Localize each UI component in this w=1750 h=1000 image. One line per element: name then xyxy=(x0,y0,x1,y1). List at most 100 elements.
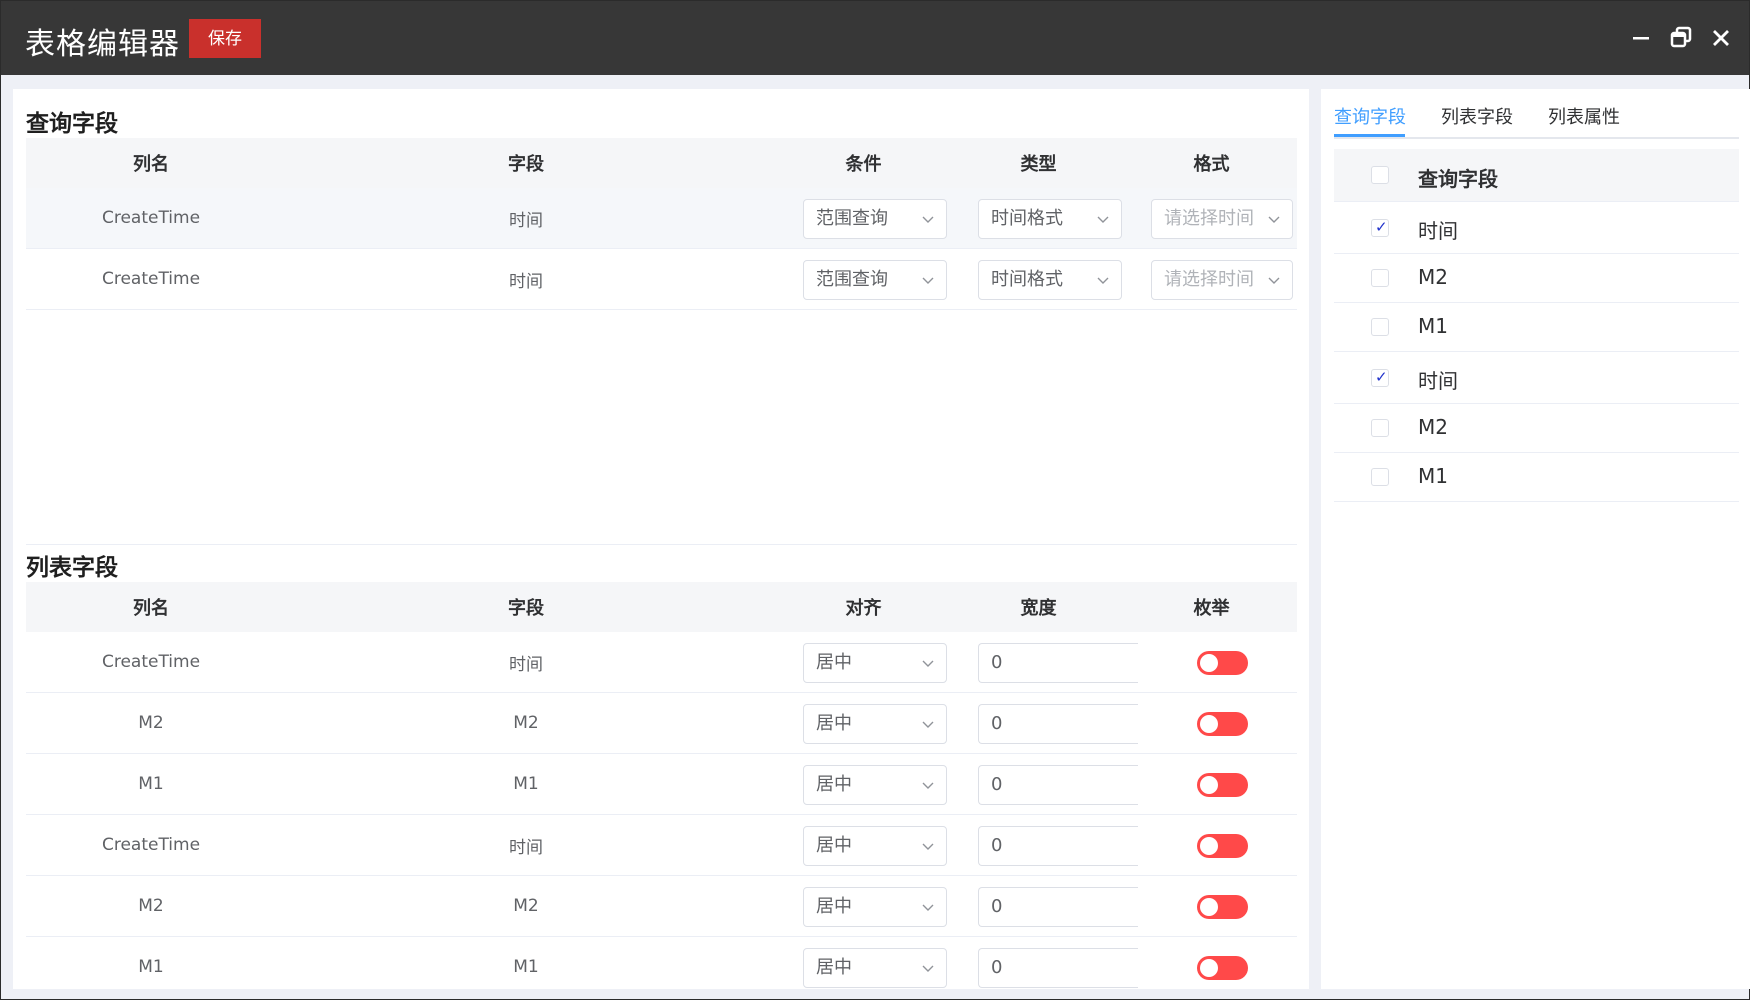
list-item[interactable]: M2 xyxy=(1334,254,1739,303)
tab-list-properties[interactable]: 列表属性 xyxy=(1548,103,1620,129)
table-row: M1 M1 居中 0 xyxy=(26,937,1297,989)
list-item[interactable]: ✓ 时间 xyxy=(1334,202,1739,254)
field-checkbox[interactable] xyxy=(1371,318,1389,336)
list-section-title: 列表字段 xyxy=(26,555,118,581)
chevron-down-icon xyxy=(922,721,934,728)
table-row: M2 M2 居中 0 xyxy=(26,693,1297,754)
align-select-value: 居中 xyxy=(816,652,852,673)
format-select[interactable]: 请选择时间 xyxy=(1151,260,1293,300)
chevron-down-icon xyxy=(922,843,934,850)
field-label: M1 xyxy=(1418,314,1448,338)
list-item[interactable]: ✓ 时间 xyxy=(1334,352,1739,404)
width-input[interactable]: 0 xyxy=(978,826,1138,866)
check-icon: ✓ xyxy=(1375,218,1388,236)
cell-field: 时间 xyxy=(509,837,543,858)
chevron-down-icon xyxy=(1268,277,1280,284)
format-select-placeholder: 请选择时间 xyxy=(1164,269,1254,290)
field-checkbox[interactable] xyxy=(1371,269,1389,287)
list-item[interactable]: M1 xyxy=(1334,303,1739,352)
align-select[interactable]: 居中 xyxy=(803,887,947,927)
align-select[interactable]: 居中 xyxy=(803,704,947,744)
field-checkbox[interactable] xyxy=(1371,468,1389,486)
type-select-value: 时间格式 xyxy=(991,208,1063,229)
list-item[interactable]: M1 xyxy=(1334,453,1739,502)
align-select-value: 居中 xyxy=(816,713,852,734)
chevron-down-icon xyxy=(922,965,934,972)
switch-knob xyxy=(1200,959,1218,977)
table-row: CreateTime 时间 范围查询 时间格式 请选择时间 xyxy=(26,249,1297,310)
field-checkbox[interactable] xyxy=(1371,419,1389,437)
enum-switch[interactable] xyxy=(1197,834,1248,858)
switch-knob xyxy=(1200,898,1218,916)
condition-select-value: 范围查询 xyxy=(816,208,888,229)
field-list-header: 查询字段 xyxy=(1334,149,1739,202)
enum-switch[interactable] xyxy=(1197,712,1248,736)
minimize-icon[interactable] xyxy=(1626,23,1656,53)
switch-knob xyxy=(1200,715,1218,733)
list-table-header: 列名 字段 对齐 宽度 枚举 xyxy=(26,582,1297,632)
table-row: M1 M1 居中 0 xyxy=(26,754,1297,815)
app-title: 表格编辑器 xyxy=(25,27,180,62)
header-condition: 条件 xyxy=(845,154,882,175)
width-input[interactable]: 0 xyxy=(978,765,1138,805)
cell-field: M1 xyxy=(513,774,539,794)
header-field: 字段 xyxy=(508,154,544,175)
condition-select[interactable]: 范围查询 xyxy=(803,260,947,300)
chevron-down-icon xyxy=(1097,216,1109,223)
cell-field: 时间 xyxy=(509,210,543,231)
editor-main-panel: 查询字段 列名 字段 条件 类型 格式 CreateTime 时间 范围查询 时… xyxy=(13,89,1309,989)
header-enum: 枚举 xyxy=(1193,598,1230,619)
enum-switch[interactable] xyxy=(1197,651,1248,675)
width-input[interactable]: 0 xyxy=(978,704,1138,744)
cell-field: 时间 xyxy=(509,654,543,675)
table-row: M2 M2 居中 0 xyxy=(26,876,1297,937)
condition-select-value: 范围查询 xyxy=(816,269,888,290)
align-select-value: 居中 xyxy=(816,896,852,917)
align-select-value: 居中 xyxy=(816,774,852,795)
tab-list-fields[interactable]: 列表字段 xyxy=(1441,103,1513,129)
chevron-down-icon xyxy=(922,277,934,284)
cell-column-name: CreateTime xyxy=(101,269,201,289)
format-select[interactable]: 请选择时间 xyxy=(1151,199,1293,239)
align-select[interactable]: 居中 xyxy=(803,948,947,988)
format-select-placeholder: 请选择时间 xyxy=(1164,208,1254,229)
field-picker-panel: 查询字段 列表字段 列表属性 查询字段 ✓ 时间 M2 M1 ✓ 时间 M2 M… xyxy=(1321,89,1750,989)
query-section-title: 查询字段 xyxy=(26,111,118,137)
align-select[interactable]: 居中 xyxy=(803,826,947,866)
enum-switch[interactable] xyxy=(1197,956,1248,980)
type-select[interactable]: 时间格式 xyxy=(978,260,1122,300)
tab-query-fields[interactable]: 查询字段 xyxy=(1334,103,1406,129)
cell-column-name: M1 xyxy=(138,957,164,977)
field-label: M2 xyxy=(1418,265,1448,289)
restore-icon[interactable] xyxy=(1666,23,1696,53)
align-select[interactable]: 居中 xyxy=(803,765,947,805)
switch-knob xyxy=(1200,837,1218,855)
cell-field: M1 xyxy=(513,957,539,977)
chevron-down-icon xyxy=(1268,216,1280,223)
save-button[interactable]: 保存 xyxy=(189,19,261,58)
type-select[interactable]: 时间格式 xyxy=(978,199,1122,239)
enum-switch[interactable] xyxy=(1197,773,1248,797)
cell-column-name: CreateTime xyxy=(101,652,201,672)
cell-column-name: M1 xyxy=(138,774,164,794)
list-item[interactable]: M2 xyxy=(1334,404,1739,453)
cell-column-name: CreateTime xyxy=(101,835,201,855)
chevron-down-icon xyxy=(922,904,934,911)
enum-switch[interactable] xyxy=(1197,895,1248,919)
align-select[interactable]: 居中 xyxy=(803,643,947,683)
field-label: 时间 xyxy=(1418,219,1458,243)
select-all-checkbox[interactable] xyxy=(1371,166,1389,184)
field-checkbox[interactable]: ✓ xyxy=(1371,368,1389,387)
condition-select[interactable]: 范围查询 xyxy=(803,199,947,239)
width-input[interactable]: 0 xyxy=(978,643,1138,683)
field-tabs: 查询字段 列表字段 列表属性 xyxy=(1334,89,1739,139)
width-input[interactable]: 0 xyxy=(978,887,1138,927)
close-icon[interactable] xyxy=(1706,23,1736,53)
title-bar: 表格编辑器 保存 xyxy=(1,1,1749,75)
field-checkbox[interactable]: ✓ xyxy=(1371,218,1389,237)
check-icon: ✓ xyxy=(1375,368,1388,386)
field-label: 时间 xyxy=(1418,369,1458,393)
query-table-header: 列名 字段 条件 类型 格式 xyxy=(26,138,1297,188)
width-input[interactable]: 0 xyxy=(978,948,1138,988)
cell-column-name: M2 xyxy=(138,896,164,916)
